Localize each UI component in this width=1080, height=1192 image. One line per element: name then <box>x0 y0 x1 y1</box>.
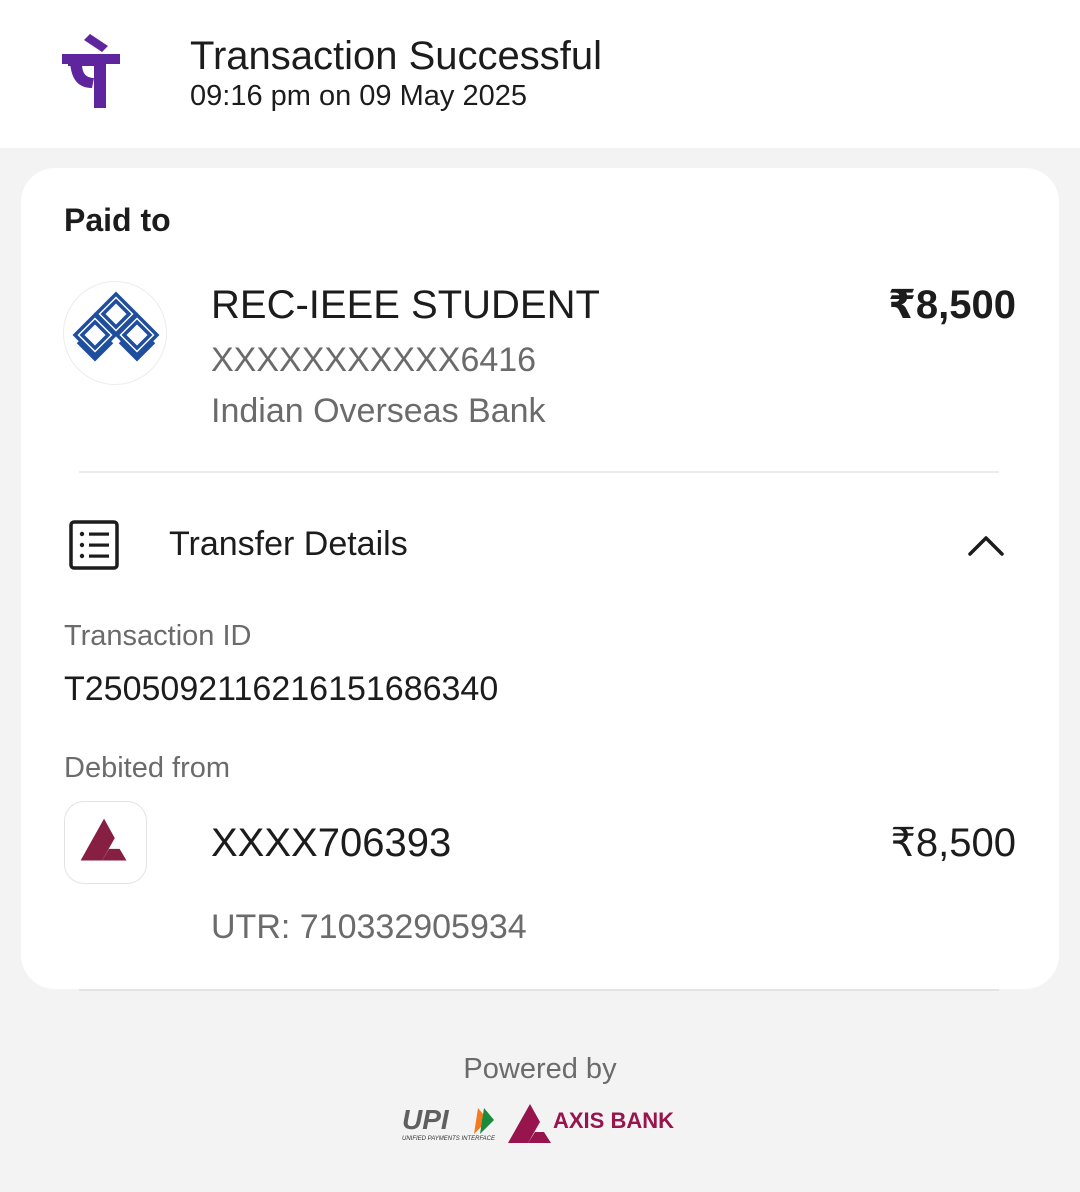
payee-bank-name: Indian Overseas Bank <box>211 392 546 430</box>
paid-amount: ₹8,500 <box>888 283 1016 327</box>
indian-overseas-bank-logo-icon <box>63 281 167 385</box>
paid-to-label: Paid to <box>64 202 171 238</box>
transfer-details-toggle-label[interactable]: Transfer Details <box>169 524 408 564</box>
upi-wordmark: UPI <box>402 1104 450 1135</box>
receipt-list-icon <box>69 520 119 570</box>
transaction-id-value: T2505092116216151686340 <box>64 670 499 708</box>
utr-number: UTR: 710332905934 <box>211 908 527 946</box>
header: Transaction Successful 09:16 pm on 09 Ma… <box>0 0 1080 148</box>
chevron-up-icon[interactable] <box>965 528 1007 562</box>
section-divider <box>79 471 999 473</box>
powered-by-label: Powered by <box>463 1053 617 1085</box>
footer-divider <box>79 989 999 991</box>
upi-logo-icon: UPI UNIFIED PAYMENTS INTERFACE <box>402 1104 496 1142</box>
axis-bank-logo-icon <box>64 801 147 884</box>
transaction-id-label: Transaction ID <box>64 620 252 652</box>
transaction-card: Paid to REC-IEEE STUDENT XXXXXXXXXXX6416… <box>21 168 1059 989</box>
axis-bank-wordmark: AXIS BANK <box>553 1108 675 1133</box>
transaction-datetime: 09:16 pm on 09 May 2025 <box>190 80 527 112</box>
payee-name: REC-IEEE STUDENT <box>211 283 600 327</box>
debit-account-number: XXXX706393 <box>211 821 452 865</box>
transaction-status-title: Transaction Successful <box>190 34 603 78</box>
debited-from-label: Debited from <box>64 752 231 784</box>
payee-account-number: XXXXXXXXXXX6416 <box>211 341 537 379</box>
debit-amount: ₹8,500 <box>890 821 1016 865</box>
upi-tagline: UNIFIED PAYMENTS INTERFACE <box>402 1136 496 1142</box>
phonepe-logo-icon <box>62 34 120 108</box>
axis-bank-mark-icon <box>508 1104 551 1143</box>
